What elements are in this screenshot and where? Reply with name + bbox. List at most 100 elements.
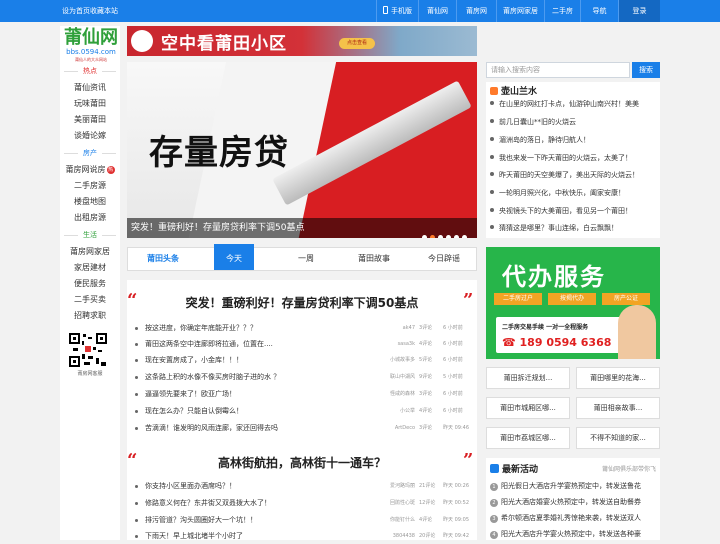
event-number-icon: 4: [490, 531, 498, 539]
feed-row-comments: 21评论: [419, 483, 436, 489]
feed-row-title[interactable]: 你支持小区里面办酒席吗？！: [145, 478, 236, 494]
nav-pufang-home[interactable]: 莆房网家居: [496, 0, 544, 22]
sidebar-item-jobs[interactable]: 招聘求职: [60, 310, 120, 322]
list-item[interactable]: 在山里的网红打卡点，仙游钟山南兴村！美美: [490, 98, 660, 110]
nav-guide[interactable]: 导航: [580, 0, 618, 22]
list-item[interactable]: 央视镜头下的大美莆田，看见另一个莆田！: [490, 205, 660, 217]
agency-service-ad[interactable]: 代办服务 二手房过户 按揭代办 房产公证 二手房交易手续 一对一全程服务 ☎ 1…: [486, 247, 660, 359]
carousel-dot[interactable]: [446, 235, 451, 238]
feed-row[interactable]: 现在怎么办？只能自认倒霉么！ 小公举 4评论 6 小时前: [127, 403, 477, 419]
quote-right-icon: ”: [463, 450, 474, 471]
event-item-label: 阳光大酒店升学宴火热预定中，转发送各种豪: [501, 530, 641, 538]
feed-row-comments: 4评论: [419, 517, 433, 523]
set-homepage-link[interactable]: 设为首页: [62, 0, 90, 22]
event-item-label: 希尔顿酒店夏季婚礼秀惊艳来袭，转发送双人: [501, 514, 641, 522]
feed-row-title[interactable]: 下雨天！早上城北堵半个小时了: [145, 528, 243, 544]
feed-row-time: 5 小时前: [443, 374, 463, 380]
feed-row[interactable]: 莆田这两条空中连廊即将拉通，位置在.... sasa3k 4评论 6 小时前: [127, 336, 477, 352]
feed-row[interactable]: 现在安置房成了，小金库！！！ 小城故事多 5评论 6 小时前: [127, 352, 477, 368]
carousel-dot[interactable]: [462, 235, 467, 238]
feed-row[interactable]: 你支持小区里面办酒席吗？！ 爱河路玛丽 21评论 昨天 00:26: [127, 478, 477, 494]
ad-view-button[interactable]: 点击查看: [339, 38, 375, 49]
nav-puxian[interactable]: 莆仙网: [418, 0, 456, 22]
quick-link-button[interactable]: 莆田市荔城区哪...: [486, 427, 570, 449]
sidebar-item-talk-house[interactable]: 莆房网说房热: [60, 164, 120, 176]
list-item[interactable]: 猜猜这是哪里？事山连绵，白云飘飘！: [490, 222, 660, 234]
feed-row[interactable]: 排污管道？沟头圆圈好大一个坑！！ 你能钉什么 4评论 昨天 09:05: [127, 512, 477, 528]
tab-week[interactable]: 一周: [278, 248, 334, 270]
sidebar-item-second-hand[interactable]: 二手房源: [60, 180, 120, 192]
feed-row-title[interactable]: 修路意义何在？东井街又双叒拨大水了！: [145, 495, 271, 511]
nav-second-hand[interactable]: 二手房: [544, 0, 580, 22]
feed-section-title[interactable]: 高林街航拍，高林街十一通车？: [127, 454, 477, 471]
list-item[interactable]: 昨天莆田的天空美爆了，美出天际的火烧云！: [490, 169, 660, 181]
site-logo[interactable]: 莆仙网 bbs.0594.com 莆仙人的大众网站: [62, 28, 120, 66]
feed-row[interactable]: 修路意义何在？东井街又双叒拨大水了！ 回鹃性心斑 12评论 昨天 00:52: [127, 495, 477, 511]
feed-row-title[interactable]: 莆田这两条空中连廊即将拉通，位置在....: [145, 336, 273, 352]
sidebar-item-materials[interactable]: 家居建材: [60, 262, 120, 274]
tab-headlines[interactable]: 莆田头条: [128, 248, 198, 270]
sidebar-item-marriage[interactable]: 谈婚论嫁: [60, 130, 120, 142]
nav-mobile[interactable]: 手机版: [376, 0, 418, 22]
feed-row-title[interactable]: 苦滴滴！谁发明的风雨连廊，家还回得去吗: [145, 420, 278, 436]
feed-row-time: 6 小时前: [443, 341, 463, 347]
box-title: 壶山兰水: [490, 84, 537, 97]
hero-carousel[interactable]: 存量房贷 突发！重磅利好！存量房贷利率下调50基点: [127, 62, 477, 238]
carousel-dot[interactable]: [438, 235, 443, 238]
search-button[interactable]: 搜索: [632, 62, 660, 78]
sidebar-item-rent[interactable]: 出租房源: [60, 212, 120, 224]
feed-row-title[interactable]: 这条路上积的水像不像买房时脑子进的水 ？: [145, 369, 280, 385]
bookmark-link[interactable]: 收藏本站: [90, 0, 118, 22]
carousel-dot[interactable]: [422, 235, 427, 238]
list-item[interactable]: 湄洲岛的落日，静待归航人！: [490, 134, 660, 146]
sidebar-item-news[interactable]: 莆仙资讯: [60, 82, 120, 94]
sidebar-item-trade[interactable]: 二手买卖: [60, 294, 120, 306]
events-more-link[interactable]: 莆仙网俱乐部带你飞: [602, 464, 656, 473]
login-button[interactable]: 登录: [618, 0, 660, 22]
feed-row-title[interactable]: 逼逼领先要来了！欧亚广场！: [145, 386, 236, 402]
sidebar-item-fun[interactable]: 玩味莆田: [60, 98, 120, 110]
event-item[interactable]: 4 阳光大酒店升学宴火热预定中，转发送各种豪: [490, 528, 660, 540]
sidebar-item-home[interactable]: 莆房网家居: [60, 246, 120, 258]
banner-headline: 存量房贷: [149, 133, 289, 173]
quick-link-button[interactable]: 莆田拆迁规划...: [486, 367, 570, 389]
list-item[interactable]: 前几日囊山**旧的火烧云: [490, 116, 660, 128]
carousel-dot-active[interactable]: [430, 235, 435, 238]
carousel-dot[interactable]: [454, 235, 459, 238]
tab-stories[interactable]: 莆田故事: [344, 248, 404, 270]
sidebar-item-beauty[interactable]: 美丽莆田: [60, 114, 120, 126]
sidebar-item-services[interactable]: 便民服务: [60, 278, 120, 290]
list-item[interactable]: 我也来发一下昨天莆田的火烧云，太美了！: [490, 152, 660, 164]
section-title: 热点: [83, 67, 97, 75]
section-hot: 热点: [60, 64, 120, 78]
event-item[interactable]: 1 阳光假日大酒店升学宴热预定中，转发送鲁花: [490, 480, 660, 492]
feed-row[interactable]: 按这进度，你确定年底能开业？？？ ak47 3评论 6 小时前: [127, 320, 477, 336]
feed-row-title[interactable]: 现在怎么办？只能自认倒霉么！: [145, 403, 243, 419]
nav-pufang[interactable]: 莆房网: [456, 0, 496, 22]
feed-row[interactable]: 逼逼领先要来了！欧亚广场！ 怪咸的森林 3评论 6 小时前: [127, 386, 477, 402]
feed-row[interactable]: 苦滴滴！谁发明的风雨连廊，家还回得去吗 ArtDeco 3评论 昨天 09:46: [127, 420, 477, 436]
sidebar-item-map[interactable]: 楼盘地图: [60, 196, 120, 208]
top-ad-banner[interactable]: 空中看莆田小区 点击查看: [127, 26, 477, 56]
quick-link-button[interactable]: 莆田相亲故事...: [576, 397, 660, 419]
feed-section-title[interactable]: 突发！重磅利好！存量房贷利率下调50基点: [127, 294, 477, 311]
event-number-icon: 1: [490, 483, 498, 491]
event-item[interactable]: 2 阳光大酒店婚宴火热预定中，转发送自助餐券: [490, 496, 660, 508]
feed-row[interactable]: 下雨天！早上城北堵半个小时了 3804438 20评论 昨天 09:42: [127, 528, 477, 544]
top-bar: 设为首页 收藏本站 手机版 莆仙网 莆房网 莆房网家居 二手房 导航 登录: [0, 0, 720, 22]
feed-row-title[interactable]: 按这进度，你确定年底能开业？？？: [145, 320, 257, 336]
feed-row[interactable]: 这条路上积的水像不像买房时脑子进的水 ？ 联山中湖风 9评论 5 小时前: [127, 369, 477, 385]
feed-row-title[interactable]: 排污管道？沟头圆圈好大一个坑！！: [145, 512, 257, 528]
list-item[interactable]: 一轮明月照兴化，中秋快乐，阖家安康！: [490, 187, 660, 199]
feed-row-comments: 5评论: [419, 357, 433, 363]
feed-row-comments: 9评论: [419, 374, 433, 380]
quick-link-button[interactable]: 莆田市城厢区哪...: [486, 397, 570, 419]
tab-today[interactable]: 今天: [214, 244, 254, 270]
quick-link-button[interactable]: 莆田哪里的花海...: [576, 367, 660, 389]
quick-link-button[interactable]: 不得不知道的家...: [576, 427, 660, 449]
ad-tag: 二手房过户: [494, 293, 542, 305]
tab-rumors[interactable]: 今日辟谣: [414, 248, 474, 270]
search-input[interactable]: 请输入搜索内容: [486, 62, 630, 78]
feed-row-title[interactable]: 现在安置房成了，小金库！！！: [145, 352, 243, 368]
event-item[interactable]: 3 希尔顿酒店夏季婚礼秀惊艳来袭，转发送双人: [490, 512, 660, 524]
